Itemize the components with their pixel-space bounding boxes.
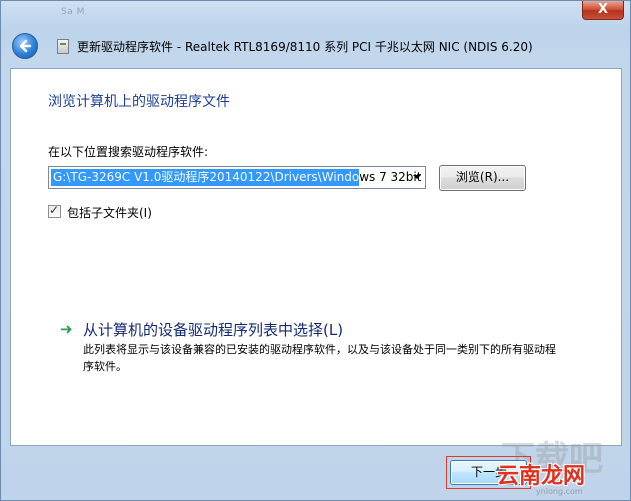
pick-from-list-link[interactable]: 从计算机的设备驱动程序列表中选择(L) xyxy=(83,319,343,340)
wizard-content-panel: 浏览计算机上的驱动程序文件 在以下位置搜索驱动程序软件: G:\TG-3269C… xyxy=(10,68,622,446)
checkmark-icon: ✓ xyxy=(49,203,60,217)
browse-button[interactable]: 浏览(R)... xyxy=(439,165,526,191)
driver-path-combobox[interactable]: G:\TG-3269C V1.0驱动程序20140122\Drivers\Win… xyxy=(48,166,426,189)
network-device-icon xyxy=(57,39,69,54)
close-button[interactable]: X xyxy=(582,1,624,20)
window-title: 更新驱动程序软件 - Realtek RTL8169/8110 系列 PCI 千… xyxy=(77,40,533,54)
titlebar-ghost-text: Sa M xyxy=(61,7,85,17)
pick-from-list-description: 此列表将显示与该设备兼容的已安装的驱动程序软件，以及与该设备处于同一类别下的所有… xyxy=(83,343,556,373)
green-arrow-icon[interactable]: ➜ xyxy=(60,322,73,337)
back-arrow-icon xyxy=(19,39,32,53)
watermark-url: ynlong.com xyxy=(536,487,583,496)
driver-path-value[interactable]: G:\TG-3269C V1.0驱动程序20140122\Drivers\Win… xyxy=(53,170,421,185)
wizard-window: Sa M X 更新驱动程序软件 - Realtek RTL8169/8110 系… xyxy=(0,0,631,501)
include-subfolders-checkbox[interactable]: ✓ xyxy=(48,203,61,218)
page-heading: 浏览计算机上的驱动程序文件 xyxy=(48,94,230,110)
search-location-label: 在以下位置搜索驱动程序软件: xyxy=(48,145,209,159)
watermark-logo: 云南龙网 xyxy=(497,464,586,489)
include-subfolders-label[interactable]: 包括子文件夹(I) xyxy=(67,204,152,221)
back-button[interactable] xyxy=(12,33,38,59)
chevron-down-icon[interactable] xyxy=(413,175,421,179)
